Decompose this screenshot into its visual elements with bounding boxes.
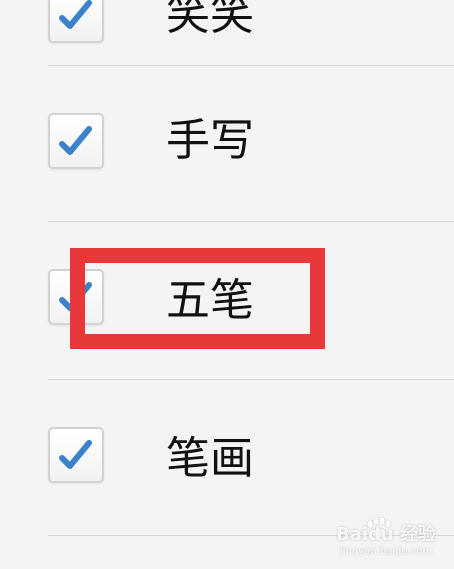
option-label: 笑笑 bbox=[166, 0, 254, 40]
watermark: Baidu 经验 jingyan.baidu.com bbox=[330, 517, 454, 561]
option-row[interactable]: 笑笑 bbox=[0, 0, 454, 65]
checkmark-icon bbox=[59, 0, 92, 29]
option-checkbox[interactable] bbox=[48, 427, 104, 483]
option-label: 手写 bbox=[166, 115, 254, 166]
option-checkbox[interactable] bbox=[48, 113, 104, 169]
option-label: 笔画 bbox=[166, 433, 254, 484]
checkmark-icon bbox=[59, 126, 92, 155]
watermark-url: jingyan.baidu.com bbox=[340, 546, 433, 557]
option-checkbox[interactable] bbox=[48, 0, 104, 43]
option-row[interactable]: 笔画 bbox=[0, 379, 454, 535]
watermark-brand: Baidu 经验 bbox=[336, 524, 437, 545]
checkmark-icon bbox=[59, 440, 92, 469]
highlight-box bbox=[70, 248, 325, 349]
option-row[interactable]: 手写 bbox=[0, 65, 454, 221]
